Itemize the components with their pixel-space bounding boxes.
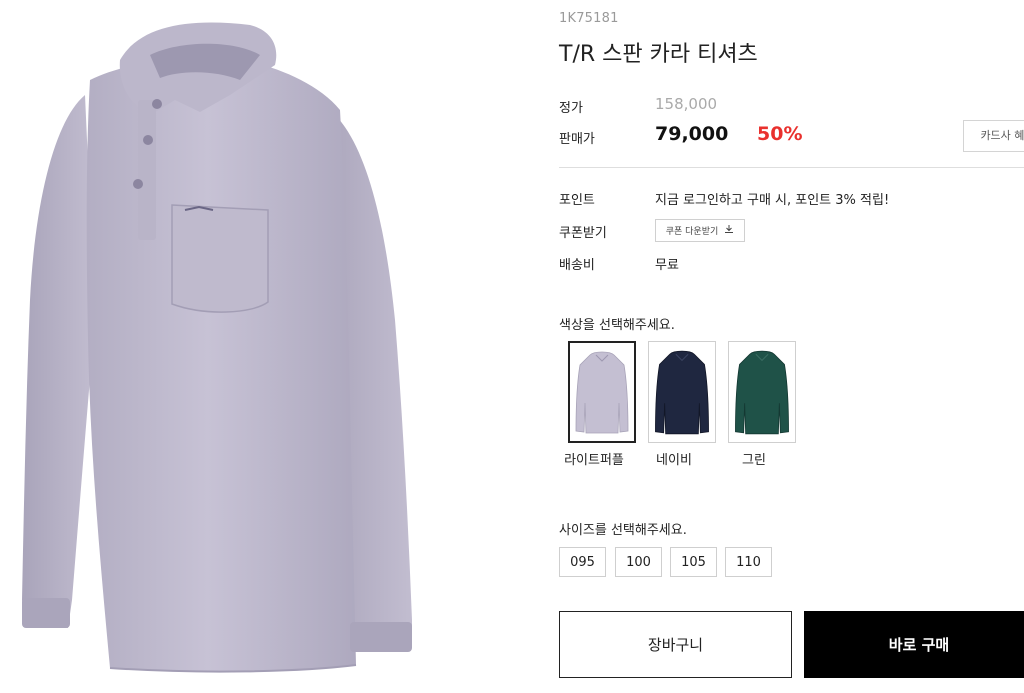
sale-price-value: 79,000 (655, 123, 729, 145)
list-price-label: 정가 (559, 101, 583, 116)
buy-now-button[interactable]: 바로 구매 (804, 611, 1024, 678)
download-icon (724, 224, 734, 237)
size-option-105[interactable]: 105 (670, 547, 717, 577)
add-to-cart-button[interactable]: 장바구니 (559, 611, 792, 678)
coupon-download-label: 쿠폰 다운받기 (665, 227, 719, 237)
color-label-lightpurple: 라이트퍼플 (564, 453, 624, 468)
color-swatch-navy[interactable] (648, 341, 716, 443)
points-text: 지금 로그인하고 구매 시, 포인트 3% 적립! (655, 193, 890, 208)
color-swatch-lightpurple[interactable] (568, 341, 636, 443)
card-benefit-button[interactable]: 카드사 혜택 (963, 120, 1024, 152)
product-title: T/R 스판 카라 티셔츠 (559, 42, 758, 67)
size-option-110[interactable]: 110 (725, 547, 772, 577)
color-prompt: 색상을 선택해주세요. (559, 318, 675, 333)
product-code: 1K75181 (559, 11, 619, 26)
color-label-green: 그린 (742, 453, 766, 468)
size-prompt: 사이즈를 선택해주세요. (559, 523, 687, 538)
discount-rate: 50% (757, 123, 803, 145)
sale-price-label: 판매가 (559, 132, 595, 147)
coupon-label: 쿠폰받기 (559, 226, 607, 241)
divider (559, 167, 1024, 168)
coupon-download-button[interactable]: 쿠폰 다운받기 (655, 219, 745, 242)
points-label: 포인트 (559, 193, 595, 208)
product-image (0, 0, 440, 689)
list-price-value: 158,000 (655, 95, 718, 113)
shipping-label: 배송비 (559, 258, 595, 273)
shipping-value: 무료 (655, 258, 679, 273)
size-option-095[interactable]: 095 (559, 547, 606, 577)
color-label-navy: 네이비 (656, 453, 692, 468)
color-swatch-green[interactable] (728, 341, 796, 443)
size-option-100[interactable]: 100 (615, 547, 662, 577)
